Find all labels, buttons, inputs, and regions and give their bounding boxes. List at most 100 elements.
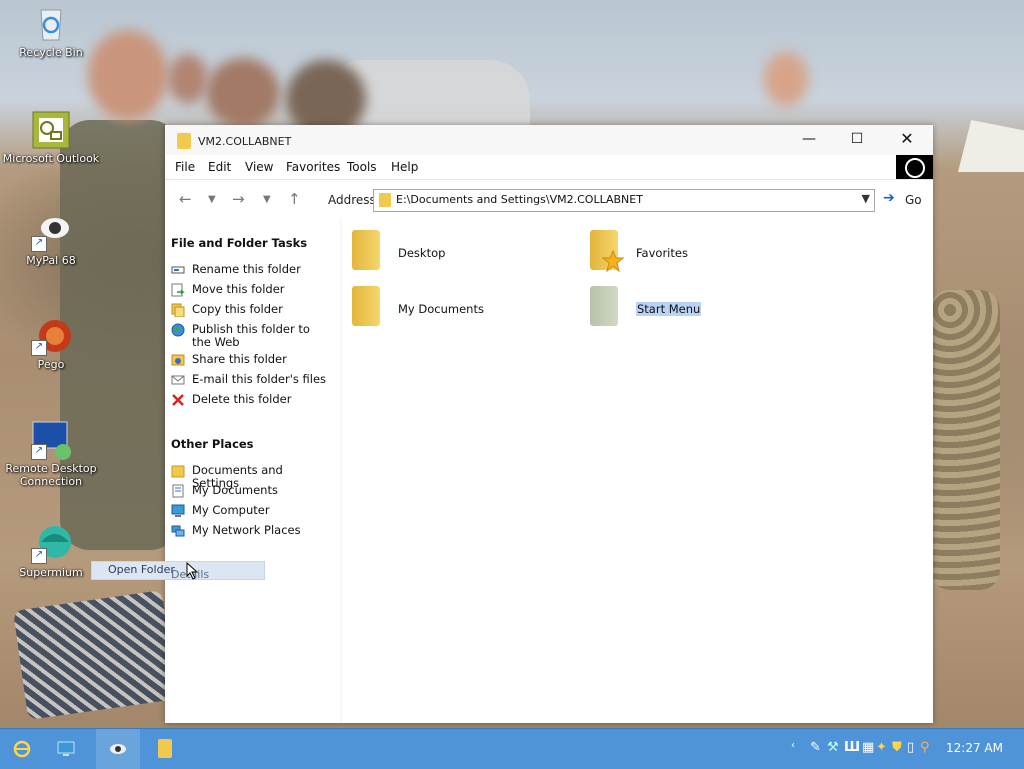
folder-icon <box>379 193 391 207</box>
wallpaper-figure <box>930 290 1000 590</box>
delete-icon <box>171 393 185 407</box>
title-bar[interactable]: VM2.COLLABNET — ☐ ✕ <box>165 125 933 155</box>
shortcut-arrow-icon: ↗ <box>31 444 47 460</box>
supermium-icon: ↗ <box>31 524 71 564</box>
address-dropdown-icon[interactable]: ▼ <box>862 192 870 205</box>
network-icon <box>171 524 185 538</box>
menu-help[interactable]: Help <box>391 160 418 174</box>
toolbar: ← ▼ → ▼ ↑ Address E:\Documents and Setti… <box>165 180 933 218</box>
start-button[interactable] <box>0 729 44 769</box>
desktop-icon-label: MyPal 68 <box>26 254 76 267</box>
tray-grid-icon[interactable]: ▦ <box>862 740 874 755</box>
copy-icon <box>171 303 185 318</box>
desktop-icon-remote-desktop[interactable]: ↗ Remote Desktop Connection <box>1 420 101 488</box>
desktop-icon-label: Remote Desktop Connection <box>5 462 97 488</box>
tray-search-icon[interactable]: ⚲ <box>920 740 930 755</box>
folder-item-favorites[interactable]: Favorites <box>580 230 780 274</box>
folder-icon <box>177 133 191 149</box>
explorer-window: VM2.COLLABNET — ☐ ✕ File Edit View Favor… <box>165 125 933 723</box>
mypal-icon: ↗ <box>31 212 71 252</box>
wallpaper-tent <box>958 120 1024 172</box>
menu-edit[interactable]: Edit <box>208 160 231 174</box>
tray-keyboard-icon[interactable]: Ш <box>844 740 860 755</box>
taskbar: ‹ ✎ ⚒ Ш ▦ ✦ ⛊ ▯ ⚲ 12:27 AM <box>0 728 1024 769</box>
up-arrow-icon[interactable]: ↑ <box>288 190 301 208</box>
folder-icon <box>352 230 380 270</box>
tray-pen-icon[interactable]: ✎ <box>810 740 821 755</box>
shortcut-arrow-icon: ↗ <box>31 340 47 356</box>
minimize-button[interactable]: — <box>785 125 833 155</box>
tray-tool-icon[interactable]: ⚒ <box>827 740 839 755</box>
pego-icon: ↗ <box>31 316 71 356</box>
folder-icon <box>158 739 172 758</box>
desktop-icon-pego[interactable]: ↗ Pego <box>1 316 101 371</box>
task-pane: File and Folder Tasks Rename this folder… <box>165 218 340 723</box>
shortcut-arrow-icon: ↗ <box>31 548 47 564</box>
menu-file[interactable]: File <box>175 160 195 174</box>
go-button[interactable]: Go <box>905 193 922 207</box>
desktop-icon-label: Recycle Bin <box>19 46 83 59</box>
maximize-button[interactable]: ☐ <box>833 125 881 155</box>
address-value[interactable]: E:\Documents and Settings\VM2.COLLABNET <box>396 193 643 206</box>
address-label: Address <box>328 193 376 207</box>
wallpaper-blur <box>206 58 280 128</box>
outlook-icon <box>31 110 71 150</box>
tray-lightbulb-icon[interactable]: ✦ <box>876 740 887 755</box>
other-places-title: Other Places <box>171 437 254 451</box>
share-icon <box>171 353 185 367</box>
tray-shield-icon[interactable]: ⛊ <box>892 740 902 755</box>
tray-usb-icon[interactable]: ▯ <box>907 740 914 755</box>
folder-item-my-documents[interactable]: My Documents <box>342 286 542 330</box>
mypal-icon <box>110 744 126 754</box>
close-button[interactable]: ✕ <box>883 125 931 155</box>
back-dropdown-icon[interactable]: ▼ <box>208 194 216 205</box>
documents-icon <box>171 484 185 498</box>
desktop-icon-label: Pego <box>37 358 65 371</box>
email-icon <box>171 373 185 387</box>
wallpaper-cloth <box>13 590 177 720</box>
folder-icon <box>171 464 185 478</box>
menu-favorites[interactable]: Favorites <box>286 160 340 174</box>
desktop-icon-label: Supermium <box>19 566 83 579</box>
window-title: VM2.COLLABNET <box>198 135 292 148</box>
menu-tools[interactable]: Tools <box>347 160 377 174</box>
taskbar-app-explorer[interactable] <box>144 729 188 769</box>
taskbar-clock[interactable]: 12:27 AM <box>946 741 1003 755</box>
taskbar-show-desktop[interactable] <box>44 729 88 769</box>
globe-icon <box>171 323 185 337</box>
menu-view[interactable]: View <box>245 160 273 174</box>
forward-arrow-icon[interactable]: → <box>232 190 245 208</box>
back-arrow-icon[interactable]: ← <box>179 190 192 208</box>
file-folder-tasks-title: File and Folder Tasks <box>171 236 308 250</box>
shortcut-arrow-icon: ↗ <box>31 236 47 252</box>
recycle-bin-icon <box>31 4 71 44</box>
wallpaper-blur <box>168 54 208 104</box>
open-folder-hint: Open Folder <box>108 563 175 576</box>
ie-icon <box>13 740 31 758</box>
folder-content: Desktop Favorites My Documents Start Men… <box>342 218 933 723</box>
star-icon <box>602 250 624 272</box>
menu-bar: File Edit View Favorites Tools Help <box>165 155 933 180</box>
tray-chevron-icon[interactable]: ‹ <box>791 740 795 751</box>
throbber-logo <box>896 155 933 179</box>
folder-item-start-menu[interactable]: Start Menu <box>580 286 780 330</box>
selected-item-label: Start Menu <box>636 302 702 316</box>
desktop-icon-recycle-bin[interactable]: Recycle Bin <box>1 4 101 59</box>
folder-item-desktop[interactable]: Desktop <box>342 230 542 274</box>
wallpaper-blur <box>764 52 808 106</box>
rename-icon <box>171 263 185 277</box>
desktop-icon <box>57 741 75 756</box>
desktop-icon-supermium[interactable]: ↗ Supermium <box>1 524 101 579</box>
move-icon <box>171 283 185 297</box>
remote-desktop-icon: ↗ <box>31 420 71 460</box>
mouse-cursor-icon <box>186 562 199 580</box>
desktop-icon-label: Microsoft Outlook <box>2 152 100 165</box>
computer-icon <box>171 504 185 518</box>
folder-icon <box>352 286 380 326</box>
go-arrow-icon[interactable]: ➔ <box>883 190 895 206</box>
desktop-icon-outlook[interactable]: Microsoft Outlook <box>1 110 101 165</box>
desktop-icon-mypal[interactable]: ↗ MyPal 68 <box>1 212 101 267</box>
address-bar[interactable]: E:\Documents and Settings\VM2.COLLABNET … <box>373 189 875 212</box>
taskbar-app-mypal[interactable] <box>96 729 140 769</box>
forward-dropdown-icon[interactable]: ▼ <box>263 194 271 205</box>
